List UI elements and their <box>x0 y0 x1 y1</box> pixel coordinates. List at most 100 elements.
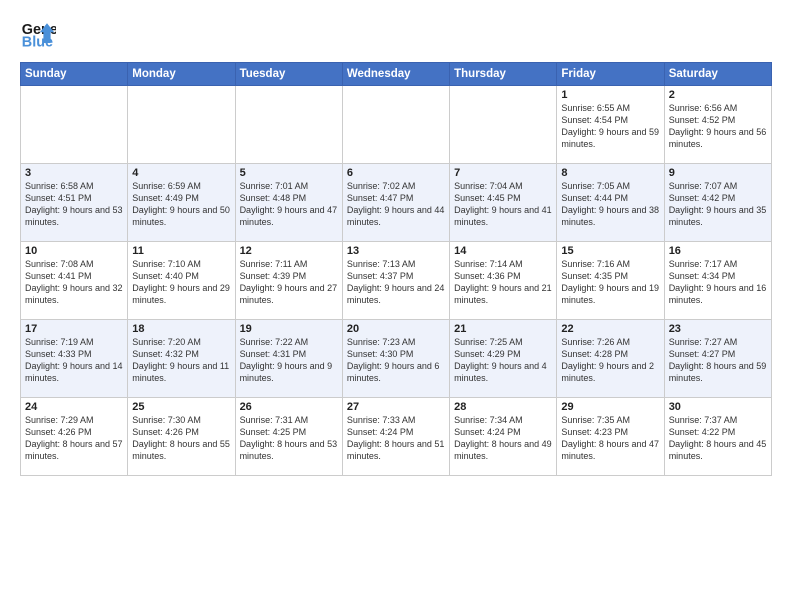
day-info: Sunrise: 7:07 AM Sunset: 4:42 PM Dayligh… <box>669 180 767 229</box>
day-of-week-header: Thursday <box>450 63 557 86</box>
logo: General Blue <box>20 16 56 52</box>
day-info: Sunrise: 7:08 AM Sunset: 4:41 PM Dayligh… <box>25 258 123 307</box>
day-number: 15 <box>561 245 659 257</box>
calendar-week-row: 24Sunrise: 7:29 AM Sunset: 4:26 PM Dayli… <box>21 398 772 476</box>
day-info: Sunrise: 6:59 AM Sunset: 4:49 PM Dayligh… <box>132 180 230 229</box>
calendar-cell: 24Sunrise: 7:29 AM Sunset: 4:26 PM Dayli… <box>21 398 128 476</box>
calendar-cell: 18Sunrise: 7:20 AM Sunset: 4:32 PM Dayli… <box>128 320 235 398</box>
day-number: 17 <box>25 323 123 335</box>
day-info: Sunrise: 7:34 AM Sunset: 4:24 PM Dayligh… <box>454 414 552 463</box>
day-info: Sunrise: 7:26 AM Sunset: 4:28 PM Dayligh… <box>561 336 659 385</box>
calendar-cell: 28Sunrise: 7:34 AM Sunset: 4:24 PM Dayli… <box>450 398 557 476</box>
day-info: Sunrise: 7:25 AM Sunset: 4:29 PM Dayligh… <box>454 336 552 385</box>
day-number: 16 <box>669 245 767 257</box>
calendar-cell: 16Sunrise: 7:17 AM Sunset: 4:34 PM Dayli… <box>664 242 771 320</box>
day-number: 22 <box>561 323 659 335</box>
calendar-cell: 19Sunrise: 7:22 AM Sunset: 4:31 PM Dayli… <box>235 320 342 398</box>
day-info: Sunrise: 7:20 AM Sunset: 4:32 PM Dayligh… <box>132 336 230 385</box>
calendar-cell <box>342 86 449 164</box>
calendar-cell <box>21 86 128 164</box>
calendar-cell: 15Sunrise: 7:16 AM Sunset: 4:35 PM Dayli… <box>557 242 664 320</box>
calendar-cell: 21Sunrise: 7:25 AM Sunset: 4:29 PM Dayli… <box>450 320 557 398</box>
day-number: 3 <box>25 167 123 179</box>
calendar-cell: 20Sunrise: 7:23 AM Sunset: 4:30 PM Dayli… <box>342 320 449 398</box>
day-info: Sunrise: 7:23 AM Sunset: 4:30 PM Dayligh… <box>347 336 445 385</box>
day-info: Sunrise: 7:02 AM Sunset: 4:47 PM Dayligh… <box>347 180 445 229</box>
calendar-cell: 27Sunrise: 7:33 AM Sunset: 4:24 PM Dayli… <box>342 398 449 476</box>
day-of-week-header: Saturday <box>664 63 771 86</box>
calendar-cell: 3Sunrise: 6:58 AM Sunset: 4:51 PM Daylig… <box>21 164 128 242</box>
day-of-week-header: Friday <box>557 63 664 86</box>
calendar-cell: 8Sunrise: 7:05 AM Sunset: 4:44 PM Daylig… <box>557 164 664 242</box>
day-number: 11 <box>132 245 230 257</box>
day-number: 8 <box>561 167 659 179</box>
day-info: Sunrise: 7:04 AM Sunset: 4:45 PM Dayligh… <box>454 180 552 229</box>
day-of-week-header: Tuesday <box>235 63 342 86</box>
day-info: Sunrise: 7:30 AM Sunset: 4:26 PM Dayligh… <box>132 414 230 463</box>
calendar-cell: 9Sunrise: 7:07 AM Sunset: 4:42 PM Daylig… <box>664 164 771 242</box>
calendar-cell: 10Sunrise: 7:08 AM Sunset: 4:41 PM Dayli… <box>21 242 128 320</box>
day-info: Sunrise: 7:37 AM Sunset: 4:22 PM Dayligh… <box>669 414 767 463</box>
calendar-cell: 5Sunrise: 7:01 AM Sunset: 4:48 PM Daylig… <box>235 164 342 242</box>
day-info: Sunrise: 6:58 AM Sunset: 4:51 PM Dayligh… <box>25 180 123 229</box>
calendar-cell: 12Sunrise: 7:11 AM Sunset: 4:39 PM Dayli… <box>235 242 342 320</box>
day-number: 1 <box>561 89 659 101</box>
day-number: 4 <box>132 167 230 179</box>
calendar-cell <box>450 86 557 164</box>
day-number: 9 <box>669 167 767 179</box>
day-number: 23 <box>669 323 767 335</box>
day-of-week-header: Sunday <box>21 63 128 86</box>
calendar-table: SundayMondayTuesdayWednesdayThursdayFrid… <box>20 62 772 476</box>
day-number: 25 <box>132 401 230 413</box>
day-number: 2 <box>669 89 767 101</box>
day-number: 24 <box>25 401 123 413</box>
day-info: Sunrise: 7:16 AM Sunset: 4:35 PM Dayligh… <box>561 258 659 307</box>
calendar-cell <box>128 86 235 164</box>
day-number: 28 <box>454 401 552 413</box>
day-number: 19 <box>240 323 338 335</box>
calendar-cell: 4Sunrise: 6:59 AM Sunset: 4:49 PM Daylig… <box>128 164 235 242</box>
day-number: 27 <box>347 401 445 413</box>
day-number: 12 <box>240 245 338 257</box>
day-info: Sunrise: 7:14 AM Sunset: 4:36 PM Dayligh… <box>454 258 552 307</box>
calendar-cell: 30Sunrise: 7:37 AM Sunset: 4:22 PM Dayli… <box>664 398 771 476</box>
day-number: 13 <box>347 245 445 257</box>
day-info: Sunrise: 7:13 AM Sunset: 4:37 PM Dayligh… <box>347 258 445 307</box>
calendar-week-row: 10Sunrise: 7:08 AM Sunset: 4:41 PM Dayli… <box>21 242 772 320</box>
calendar-cell: 1Sunrise: 6:55 AM Sunset: 4:54 PM Daylig… <box>557 86 664 164</box>
day-number: 30 <box>669 401 767 413</box>
calendar-cell: 11Sunrise: 7:10 AM Sunset: 4:40 PM Dayli… <box>128 242 235 320</box>
day-of-week-header: Monday <box>128 63 235 86</box>
day-info: Sunrise: 7:29 AM Sunset: 4:26 PM Dayligh… <box>25 414 123 463</box>
day-info: Sunrise: 7:11 AM Sunset: 4:39 PM Dayligh… <box>240 258 338 307</box>
day-number: 21 <box>454 323 552 335</box>
calendar-cell: 2Sunrise: 6:56 AM Sunset: 4:52 PM Daylig… <box>664 86 771 164</box>
header: General Blue <box>20 16 772 52</box>
day-number: 6 <box>347 167 445 179</box>
day-info: Sunrise: 6:55 AM Sunset: 4:54 PM Dayligh… <box>561 102 659 151</box>
calendar-cell: 6Sunrise: 7:02 AM Sunset: 4:47 PM Daylig… <box>342 164 449 242</box>
calendar-week-row: 3Sunrise: 6:58 AM Sunset: 4:51 PM Daylig… <box>21 164 772 242</box>
calendar-cell: 26Sunrise: 7:31 AM Sunset: 4:25 PM Dayli… <box>235 398 342 476</box>
calendar-cell <box>235 86 342 164</box>
calendar-cell: 13Sunrise: 7:13 AM Sunset: 4:37 PM Dayli… <box>342 242 449 320</box>
day-info: Sunrise: 7:27 AM Sunset: 4:27 PM Dayligh… <box>669 336 767 385</box>
day-number: 14 <box>454 245 552 257</box>
day-number: 7 <box>454 167 552 179</box>
day-info: Sunrise: 6:56 AM Sunset: 4:52 PM Dayligh… <box>669 102 767 151</box>
day-info: Sunrise: 7:01 AM Sunset: 4:48 PM Dayligh… <box>240 180 338 229</box>
day-number: 26 <box>240 401 338 413</box>
day-info: Sunrise: 7:05 AM Sunset: 4:44 PM Dayligh… <box>561 180 659 229</box>
day-number: 20 <box>347 323 445 335</box>
day-info: Sunrise: 7:35 AM Sunset: 4:23 PM Dayligh… <box>561 414 659 463</box>
day-info: Sunrise: 7:19 AM Sunset: 4:33 PM Dayligh… <box>25 336 123 385</box>
logo-icon: General Blue <box>20 16 56 52</box>
day-info: Sunrise: 7:10 AM Sunset: 4:40 PM Dayligh… <box>132 258 230 307</box>
day-number: 29 <box>561 401 659 413</box>
calendar-week-row: 17Sunrise: 7:19 AM Sunset: 4:33 PM Dayli… <box>21 320 772 398</box>
day-info: Sunrise: 7:31 AM Sunset: 4:25 PM Dayligh… <box>240 414 338 463</box>
calendar-cell: 17Sunrise: 7:19 AM Sunset: 4:33 PM Dayli… <box>21 320 128 398</box>
day-number: 5 <box>240 167 338 179</box>
day-info: Sunrise: 7:33 AM Sunset: 4:24 PM Dayligh… <box>347 414 445 463</box>
day-number: 10 <box>25 245 123 257</box>
